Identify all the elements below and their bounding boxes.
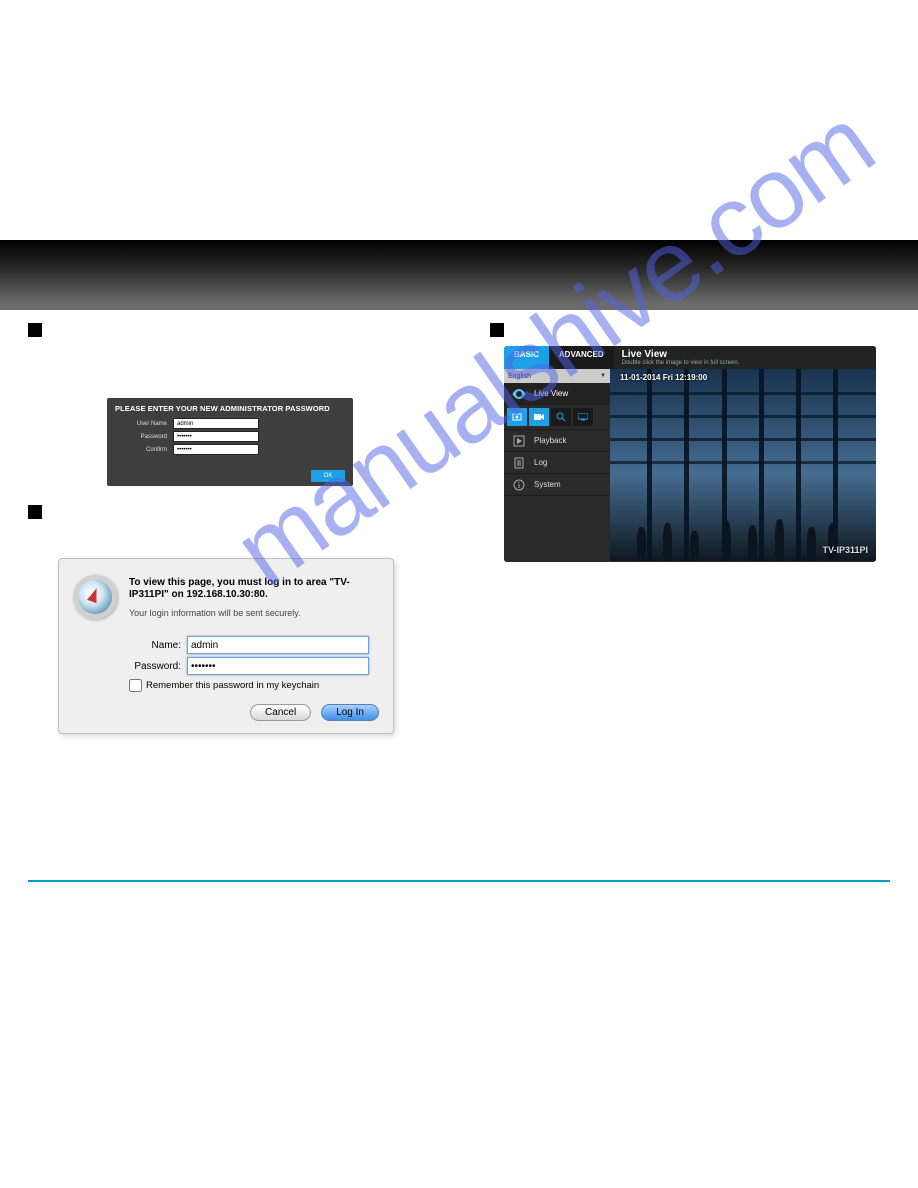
admin-panel-title: PLEASE ENTER YOUR NEW ADMINISTRATOR PASS…: [107, 398, 353, 417]
camera-sidebar: English ▼ Live View: [504, 369, 610, 561]
sidebar-item-label: Log: [534, 458, 547, 467]
password-input[interactable]: [173, 431, 259, 442]
cancel-button[interactable]: Cancel: [250, 704, 311, 721]
tab-advanced[interactable]: ADVANCED: [549, 346, 614, 369]
sidebar-item-system[interactable]: System: [504, 474, 610, 496]
username-label: User Name: [115, 421, 173, 427]
safari-compass-icon: [73, 575, 117, 619]
login-button[interactable]: Log In: [321, 704, 379, 721]
tab-basic[interactable]: BASIC: [504, 346, 549, 369]
auth-message-sub: Your login information will be sent secu…: [129, 608, 379, 618]
auth-password-label: Password:: [129, 661, 187, 672]
auth-name-label: Name:: [129, 640, 187, 651]
live-view-video[interactable]: 11-01-2014 Fri 12:19:00 TV-IP311PI: [610, 369, 876, 561]
admin-password-panel: PLEASE ENTER YOUR NEW ADMINISTRATOR PASS…: [107, 398, 353, 486]
zoom-icon[interactable]: [551, 408, 571, 426]
sidebar-item-label: System: [534, 480, 561, 489]
live-view-subtitle: Double click the image to view in full s…: [622, 360, 868, 366]
sidebar-item-live-view[interactable]: Live View: [504, 383, 610, 405]
browser-auth-dialog: To view this page, you must log in to ar…: [58, 558, 394, 734]
username-input[interactable]: [173, 418, 259, 429]
live-view-toolbar: [504, 405, 610, 430]
language-select[interactable]: English ▼: [504, 369, 610, 383]
auth-name-input[interactable]: [187, 636, 369, 654]
playback-icon: [510, 432, 528, 450]
sidebar-item-log[interactable]: Log: [504, 452, 610, 474]
sidebar-item-playback[interactable]: Playback: [504, 430, 610, 452]
language-selected-label: English: [508, 373, 531, 380]
sidebar-item-label: Playback: [534, 436, 566, 445]
step-marker-3: [490, 323, 504, 337]
auth-message-bold: To view this page, you must log in to ar…: [129, 577, 379, 600]
log-icon: [510, 454, 528, 472]
remember-password-label: Remember this password in my keychain: [146, 680, 319, 691]
ok-button[interactable]: OK: [311, 470, 345, 482]
chevron-down-icon: ▼: [600, 373, 606, 379]
header-gradient-band: [0, 240, 918, 310]
password-label: Password: [115, 434, 173, 440]
step-marker-1: [28, 323, 42, 337]
camera-web-interface: BASIC ADVANCED Live View Double click th…: [504, 346, 876, 562]
info-icon: [510, 476, 528, 494]
live-view-title: Live View: [622, 349, 868, 360]
record-icon[interactable]: [529, 408, 549, 426]
confirm-input[interactable]: [173, 444, 259, 455]
video-timestamp-overlay: 11-01-2014 Fri 12:19:00: [620, 373, 707, 382]
footer-divider: [28, 880, 890, 882]
remember-password-checkbox[interactable]: [129, 679, 142, 692]
confirm-label: Confirm: [115, 447, 173, 453]
sidebar-item-label: Live View: [534, 389, 568, 398]
display-icon[interactable]: [573, 408, 593, 426]
eye-icon: [510, 385, 528, 403]
auth-password-input[interactable]: [187, 657, 369, 675]
snapshot-icon[interactable]: [507, 408, 527, 426]
video-model-watermark: TV-IP311PI: [822, 545, 868, 555]
step-marker-2: [28, 505, 42, 519]
